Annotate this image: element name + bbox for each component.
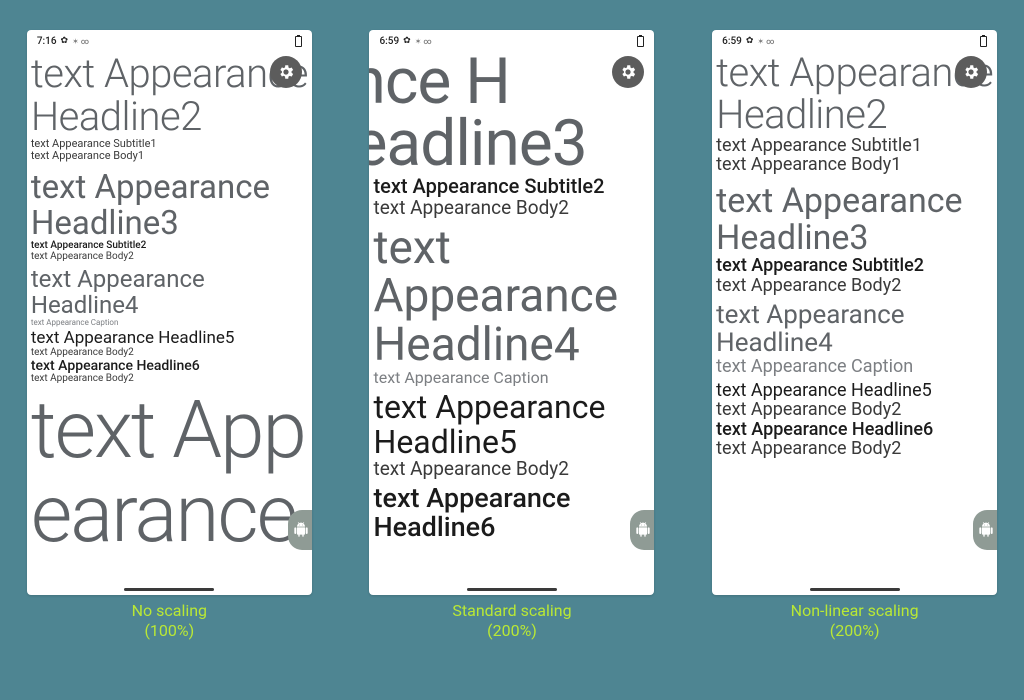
text-headline3: text Appearance Headline3 (716, 183, 997, 256)
gesture-nav-hint (467, 588, 557, 591)
gesture-nav-hint (810, 588, 900, 591)
phone-nonlinear-scaling: 6:59 ✿ ✶ ∞ text Appearance Headline2 tex… (712, 30, 997, 595)
phone-no-scaling: 7:16 ✿ ✶ ∞ text Appearance Headline2 tex… (27, 30, 312, 595)
gesture-nav-hint (124, 588, 214, 591)
caption-standard-scaling: Standard scaling (200%) (369, 601, 654, 641)
caption-line2: (200%) (369, 621, 654, 641)
phone-content: text Appearance Headline2 text Appearanc… (712, 52, 997, 595)
caption-no-scaling: No scaling (100%) (27, 601, 312, 641)
text-body2: text Appearance Body2 (716, 276, 997, 295)
caption-line1: Standard scaling (369, 601, 654, 621)
android-peek-tab[interactable] (288, 510, 312, 550)
text-caption: text Appearance Caption (373, 369, 654, 386)
text-headline2: text Appearance Headline2 (716, 52, 997, 136)
text-headline4: text Appearance Headline4 (716, 301, 997, 357)
text-subtitle2: text Appearance Subtitle2 (716, 256, 997, 275)
text-headline6: text Appearance Headline6 (373, 484, 654, 542)
status-bar: 6:59 ✿ ✶ ∞ (369, 30, 654, 52)
status-gear-icon: ✿ (61, 36, 69, 46)
text-body1: text Appearance Body1 (716, 155, 997, 174)
status-bar: 6:59 ✿ ✶ ∞ (712, 30, 997, 52)
text-headline6: text Appearance Headline6 (31, 359, 312, 374)
battery-icon (980, 36, 987, 47)
gear-icon (277, 63, 295, 81)
text-oversized-1: text App (31, 394, 312, 468)
phone-standard-scaling: 6:59 ✿ ✶ ∞ arance H eadline3 text Appear… (369, 30, 654, 595)
text-body2: text Appearance Body2 (373, 198, 654, 219)
android-icon (635, 522, 651, 538)
text-headline6: text Appearance Headline6 (716, 420, 997, 439)
text-headline5: text Appearance Headline5 (716, 381, 997, 400)
status-misc: ✶ ∞ (72, 37, 89, 46)
status-gear-icon: ✿ (746, 36, 754, 46)
status-gear-icon: ✿ (403, 36, 411, 46)
text-body2: text Appearance Body2 (31, 252, 312, 263)
android-peek-tab[interactable] (973, 510, 997, 550)
text-caption: text Appearance Caption (31, 319, 312, 328)
text-headline3-cut-a: arance H (369, 52, 654, 114)
text-headline3: text Appearance Headline3 (31, 170, 312, 241)
text-headline5: text Appearance Headline5 (373, 390, 654, 459)
android-icon (978, 522, 994, 538)
status-time: 7:16 (37, 36, 57, 47)
text-headline2: text Appearance Headline2 (31, 52, 312, 138)
status-bar: 7:16 ✿ ✶ ∞ (27, 30, 312, 52)
text-headline5: text Appearance Headline5 (31, 329, 312, 347)
battery-icon (637, 36, 644, 47)
android-peek-tab[interactable] (630, 510, 654, 550)
android-icon (293, 522, 309, 538)
caption-line2: (200%) (712, 621, 997, 641)
text-headline4: text Appearance Headline4 (31, 267, 312, 319)
status-time: 6:59 (722, 36, 742, 47)
status-misc: ✶ ∞ (757, 37, 774, 46)
caption-line1: Non-linear scaling (712, 601, 997, 621)
settings-fab[interactable] (270, 56, 302, 88)
phone-content: arance H eadline3 text Appearance Subtit… (369, 52, 654, 595)
text-body2: text Appearance Body2 (373, 459, 654, 480)
battery-icon (295, 36, 302, 47)
text-oversized-2: earance (31, 478, 312, 552)
text-caption: text Appearance Caption (716, 357, 997, 376)
phone-content: text Appearance Headline2 text Appearanc… (27, 52, 312, 595)
caption-line1: No scaling (27, 601, 312, 621)
text-headline3-cut-b: eadline3 (369, 112, 654, 176)
text-body2: text Appearance Body2 (31, 348, 312, 359)
status-time: 6:59 (379, 36, 399, 47)
caption-nonlinear-scaling: Non-linear scaling (200%) (712, 601, 997, 641)
text-subtitle2: text Appearance Subtitle2 (373, 176, 654, 198)
text-body2: text Appearance Body2 (716, 439, 997, 458)
gear-icon (619, 63, 637, 81)
text-headline4: text Appearance Headline4 (373, 224, 654, 369)
text-body1: text Appearance Body1 (31, 150, 312, 162)
text-body2: text Appearance Body2 (716, 400, 997, 419)
gear-icon (962, 63, 980, 81)
status-misc: ✶ ∞ (415, 37, 432, 46)
text-subtitle1: text Appearance Subtitle1 (716, 136, 997, 155)
caption-line2: (100%) (27, 621, 312, 641)
settings-fab[interactable] (955, 56, 987, 88)
